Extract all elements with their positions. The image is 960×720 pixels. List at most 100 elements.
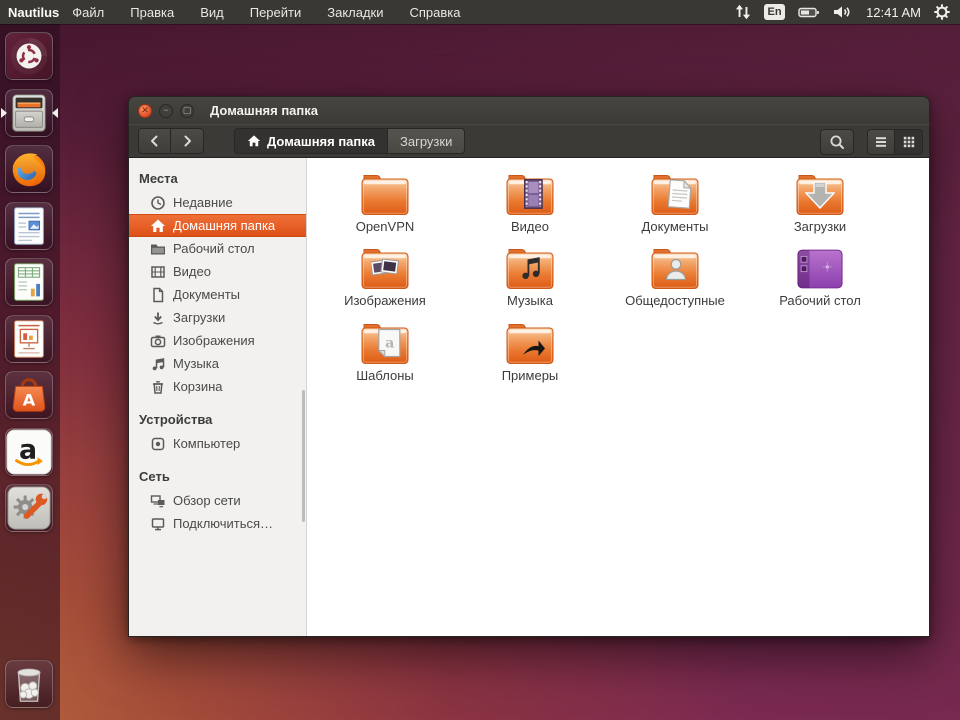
session-gear-icon[interactable]: [934, 4, 950, 20]
file-item[interactable]: OpenVPN: [324, 170, 446, 234]
launcher-trash-icon[interactable]: [5, 660, 53, 708]
forward-button[interactable]: [171, 128, 204, 154]
minimize-button[interactable]: −: [159, 103, 173, 118]
file-label: Изображения: [344, 293, 426, 309]
sidebar-item[interactable]: Видео: [129, 260, 306, 283]
folder-base-icon: [360, 174, 410, 216]
file-item[interactable]: Видео: [469, 170, 591, 234]
desktop-base-icon: [795, 248, 845, 290]
keyboard-layout-indicator[interactable]: En: [764, 4, 786, 20]
file-label: Музыка: [507, 293, 553, 309]
grid-view-icon: [901, 134, 917, 150]
sidebar-item[interactable]: Документы: [129, 283, 306, 306]
breadcrumb-label: Домашняя папка: [267, 133, 376, 149]
file-item[interactable]: Музыка: [469, 244, 591, 308]
emblem-download-icon: [805, 181, 835, 209]
sidebar-item[interactable]: Рабочий стол: [129, 237, 306, 260]
sidebar-item[interactable]: Обзор сети: [129, 489, 306, 512]
nav-buttons: [138, 128, 204, 154]
sidebar-item-label: Домашняя папка: [173, 218, 276, 233]
folder-icon: [504, 170, 556, 216]
breadcrumb-current[interactable]: Домашняя папка: [234, 128, 389, 154]
menubar-menu[interactable]: Справка: [410, 5, 461, 20]
launcher-ubuntu-software-center-icon[interactable]: [5, 371, 53, 419]
clock-label[interactable]: 12:41 AM: [866, 5, 921, 20]
file-item[interactable]: Изображения: [324, 244, 446, 308]
sidebar-item-label: Документы: [173, 287, 241, 302]
emblem-music-icon: [521, 255, 541, 280]
sidebar-item-label: Видео: [173, 264, 211, 279]
launcher-system-settings-icon[interactable]: [5, 484, 53, 532]
breadcrumb-label: Загрузки: [400, 133, 453, 149]
file-label: Шаблоны: [356, 367, 414, 383]
titlebar[interactable]: ✕ − ▢ Домашняя папка: [128, 96, 930, 124]
drive-icon: [150, 436, 166, 452]
sidebar-section-header: Сеть: [139, 468, 170, 484]
launcher-libreoffice-calc-icon[interactable]: [5, 258, 53, 306]
emblem-photos-icon: [371, 257, 399, 281]
launcher-amazon-icon[interactable]: [5, 427, 53, 476]
sidebar-item[interactable]: Компьютер: [129, 432, 306, 455]
sidebar-item[interactable]: Загрузки: [129, 306, 306, 329]
file-item[interactable]: Рабочий стол: [759, 244, 881, 308]
firefox-icon: [6, 146, 52, 192]
file-grid[interactable]: OpenVPN Видео Документы Загрузки Изображ…: [307, 158, 929, 636]
unity-launcher: [0, 24, 60, 720]
close-button[interactable]: ✕: [138, 103, 152, 118]
file-item[interactable]: Документы: [614, 170, 736, 234]
menubar-menu[interactable]: Закладки: [327, 5, 383, 20]
list-view-button[interactable]: [867, 129, 895, 155]
amazon-icon: [6, 429, 52, 475]
launcher-firefox-icon[interactable]: [5, 145, 53, 193]
search-button[interactable]: [820, 129, 854, 155]
file-label: Загрузки: [793, 219, 847, 234]
sidebar-item[interactable]: Домашняя папка: [129, 214, 306, 237]
window-content: Места Недавние Домашняя папка Рабочий стол В…: [128, 158, 930, 637]
file-item[interactable]: Примеры: [469, 319, 591, 383]
camera-icon: [150, 333, 166, 349]
desktop-folder-icon: [150, 241, 166, 257]
volume-icon[interactable]: [833, 4, 853, 20]
music-icon: [150, 356, 166, 372]
battery-icon[interactable]: [798, 4, 820, 20]
sidebar-item[interactable]: Корзина: [129, 375, 306, 398]
sidebar-item[interactable]: Изображения: [129, 329, 306, 352]
menubar-menu[interactable]: Перейти: [250, 5, 302, 20]
view-controls: [820, 129, 923, 155]
file-item[interactable]: Общедоступные: [614, 244, 736, 308]
network-arrows-icon[interactable]: [735, 4, 751, 20]
sidebar: Места Недавние Домашняя папка Рабочий стол В…: [129, 158, 307, 636]
menubar-menu[interactable]: Правка: [130, 5, 174, 20]
launcher-libreoffice-impress-icon[interactable]: [5, 314, 53, 363]
system-settings-icon: [6, 485, 52, 531]
desktop: { "colors":{ "accent_orange":"#dd4814", …: [0, 0, 960, 720]
grid-view-button[interactable]: [895, 129, 923, 155]
sidebar-item-label: Рабочий стол: [173, 241, 255, 256]
trash-icon: [6, 661, 52, 707]
file-item[interactable]: Шаблоны: [324, 319, 446, 383]
nautilus-window: ✕ − ▢ Домашняя папка Домашняя папка Загру…: [128, 96, 930, 637]
file-item[interactable]: Загрузки: [759, 170, 881, 234]
sidebar-item[interactable]: Подключиться…: [129, 512, 306, 535]
launcher-libreoffice-writer-icon[interactable]: [5, 201, 53, 250]
launcher-ubuntu-dash-icon[interactable]: [5, 32, 53, 80]
file-label: Рабочий стол: [779, 293, 861, 309]
libreoffice-calc-icon: [6, 259, 52, 305]
sidebar-item[interactable]: Недавние: [129, 191, 306, 214]
libreoffice-writer-icon: [6, 203, 52, 249]
folder-icon: [649, 244, 701, 290]
launcher-files-icon[interactable]: [1, 88, 58, 137]
maximize-button[interactable]: ▢: [180, 103, 194, 118]
emblem-person-icon: [665, 257, 688, 280]
folder-icon: [649, 170, 701, 216]
back-button[interactable]: [138, 128, 171, 154]
menubar-menu[interactable]: Файл: [72, 5, 104, 20]
sidebar-scrollbar[interactable]: [302, 390, 305, 522]
menubar-menu[interactable]: Вид: [200, 5, 224, 20]
breadcrumb-item[interactable]: Загрузки: [388, 128, 466, 154]
sidebar-item[interactable]: Музыка: [129, 352, 306, 375]
clock-icon: [150, 195, 166, 211]
film-icon: [150, 264, 166, 280]
breadcrumb: Домашняя папка Загрузки: [234, 128, 466, 154]
trash-icon: [150, 379, 166, 395]
